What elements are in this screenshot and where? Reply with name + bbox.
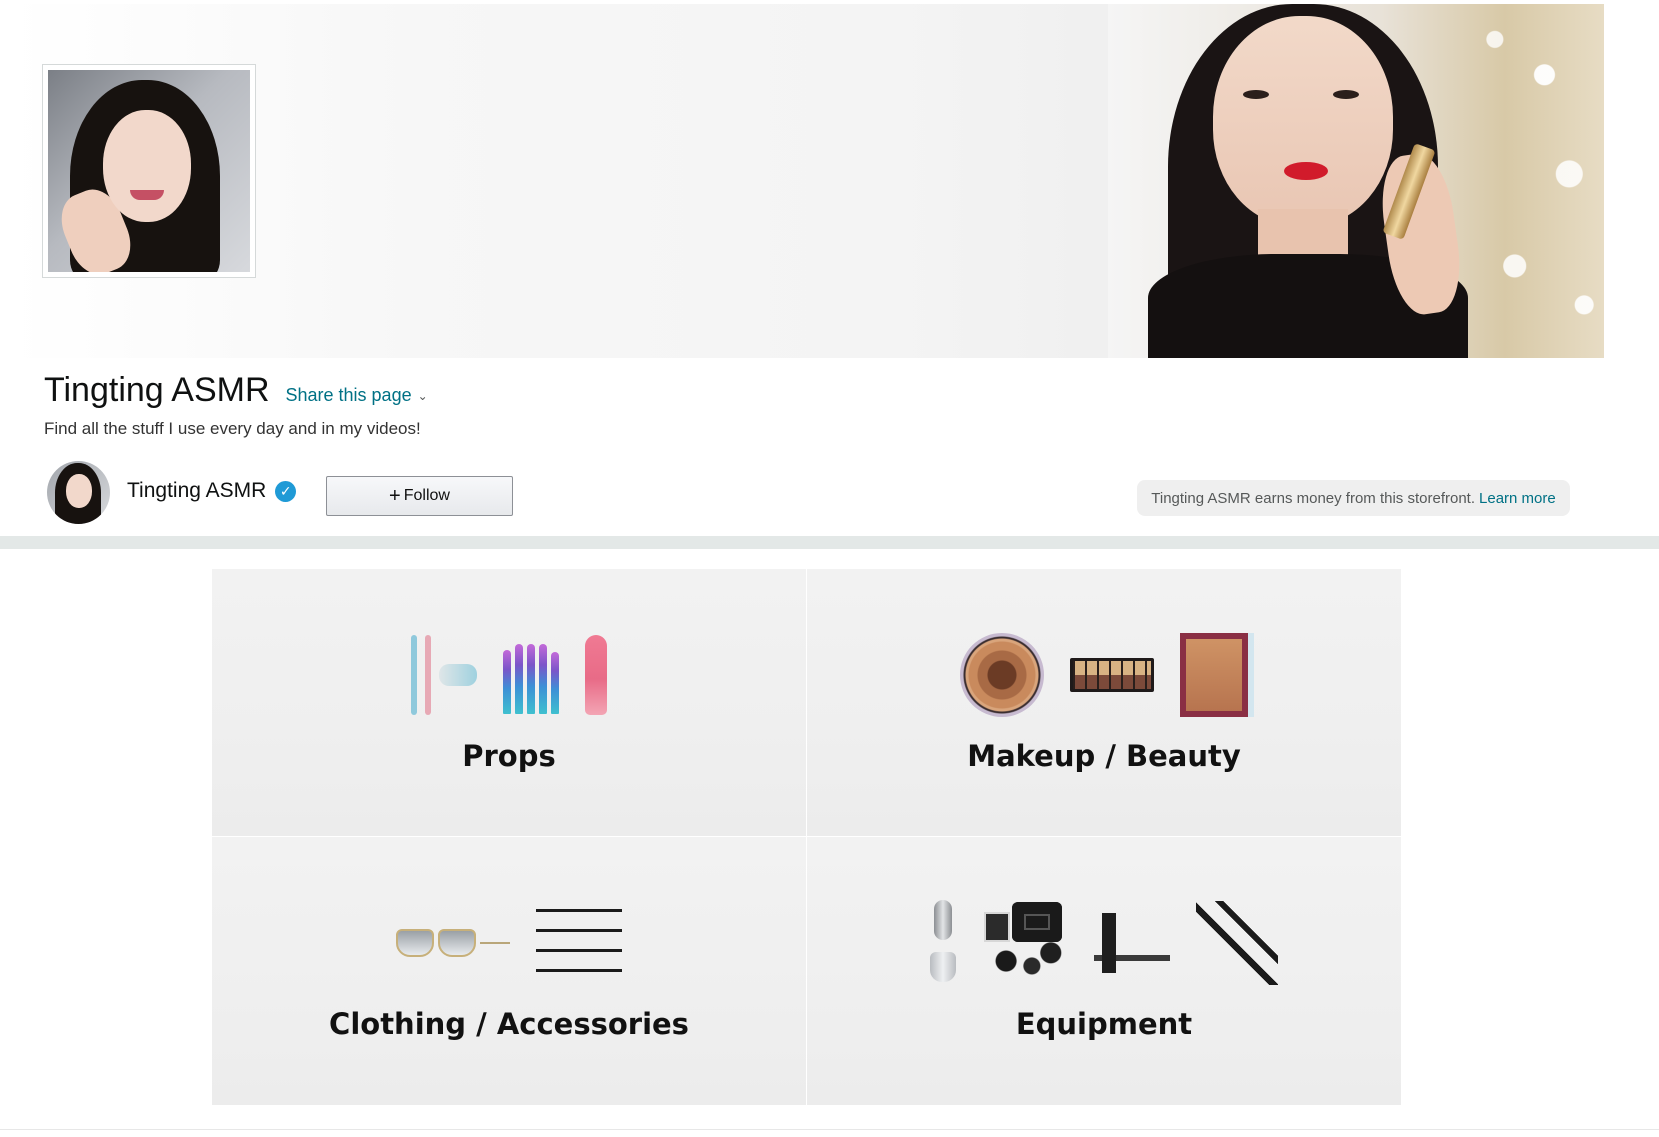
tile-images <box>212 899 806 987</box>
eyeshadow-palette-icon <box>1070 658 1154 692</box>
studio-microphone-icon <box>1094 913 1170 973</box>
follow-label: Follow <box>403 487 450 504</box>
footer-divider <box>0 1129 1659 1130</box>
plus-icon: + <box>389 485 401 507</box>
verified-check-icon: ✓ <box>275 480 297 502</box>
xlr-cable-icon <box>1196 901 1278 985</box>
eyeshadow-compact-icon <box>960 633 1044 717</box>
banner-photo <box>1108 4 1604 358</box>
category-label: Props <box>462 739 556 773</box>
usb-microphone-icon <box>930 900 956 986</box>
bronzer-icon <box>1180 633 1248 717</box>
owner-avatar[interactable] <box>47 461 110 524</box>
owner-name-label: Tingting ASMR <box>127 479 267 502</box>
follow-button[interactable]: + Follow <box>326 476 513 516</box>
learn-more-link[interactable]: Learn more <box>1479 490 1556 507</box>
chevron-down-icon: ⌄ <box>417 388 428 403</box>
category-label: Equipment <box>1015 1007 1193 1041</box>
section-divider <box>0 536 1659 549</box>
tile-images <box>807 631 1401 719</box>
hairbrush-icon <box>585 635 607 715</box>
category-tile-equipment[interactable]: Equipment <box>807 837 1402 1106</box>
page-description: Find all the stuff I use every day and i… <box>44 419 421 438</box>
title-row: Tingting ASMR Share this page ⌄ <box>44 371 428 410</box>
makeup-brushes-icon <box>503 636 559 714</box>
page-title: Tingting ASMR <box>44 371 270 409</box>
profile-avatar <box>42 64 256 278</box>
earnings-note: Tingting ASMR earns money from this stor… <box>1151 489 1476 507</box>
category-grid: Props Makeup / Beauty Clothing / Accesso… <box>212 569 1402 1106</box>
category-label: Clothing / Accessories <box>329 1007 689 1041</box>
profile-photo <box>48 70 250 272</box>
camera-kit-icon <box>982 902 1068 984</box>
owner-name[interactable]: Tingting ASMR ✓ <box>127 479 297 503</box>
choker-set-icon <box>536 900 622 986</box>
tile-images <box>807 899 1401 987</box>
share-page-link[interactable]: Share this page ⌄ <box>286 385 428 406</box>
tile-images <box>212 631 806 719</box>
sunglasses-icon <box>396 929 510 957</box>
category-tile-makeup-beauty[interactable]: Makeup / Beauty <box>807 569 1402 837</box>
earnings-disclosure: Tingting ASMR earns money from this stor… <box>1137 480 1570 516</box>
category-label: Makeup / Beauty <box>967 739 1241 773</box>
category-tile-props[interactable]: Props <box>212 569 807 837</box>
share-page-label: Share this page <box>285 385 412 405</box>
toothbrush-icon <box>411 635 477 715</box>
category-tile-clothing-accessories[interactable]: Clothing / Accessories <box>212 837 807 1106</box>
